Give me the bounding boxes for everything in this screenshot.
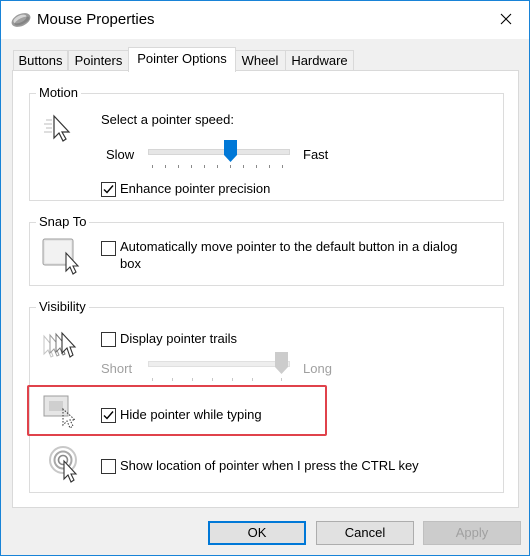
pointer-options-panel: Motion Select a pointer speed: Slow Fast	[12, 70, 519, 508]
trail-length-slider-thumb[interactable]	[275, 352, 288, 377]
window-title: Mouse Properties	[37, 11, 155, 28]
auto-snap-label-line1[interactable]: Automatically move pointer to the defaul…	[120, 239, 458, 254]
ok-button[interactable]: OK	[208, 521, 306, 545]
enhance-precision-checkbox[interactable]	[101, 182, 116, 197]
short-label: Short	[101, 361, 133, 376]
motion-group-label: Motion	[36, 85, 82, 100]
visibility-group-label: Visibility	[36, 299, 89, 314]
auto-snap-checkbox[interactable]	[101, 241, 116, 256]
snap-to-group-label: Snap To	[36, 214, 90, 229]
apply-button[interactable]: Apply	[423, 521, 521, 545]
trail-length-slider-track[interactable]	[148, 361, 290, 367]
pointer-trails-icon	[42, 330, 80, 367]
pointer-speed-icon	[42, 112, 78, 149]
snap-to-button-icon	[42, 237, 84, 278]
pointer-trails-label[interactable]: Display pointer trails	[120, 331, 237, 346]
pointer-speed-label: Select a pointer speed:	[101, 112, 234, 127]
mouse-properties-window: Mouse Properties Buttons Pointers Pointe…	[0, 0, 530, 556]
title-bar: Mouse Properties	[1, 1, 529, 39]
tab-buttons[interactable]: Buttons	[13, 50, 68, 71]
mouse-icon	[10, 11, 31, 29]
enhance-precision-label[interactable]: Enhance pointer precision	[120, 181, 270, 196]
long-label: Long	[303, 361, 332, 376]
pointer-trails-checkbox[interactable]	[101, 332, 116, 347]
close-icon	[500, 13, 512, 28]
slow-label: Slow	[106, 147, 135, 162]
tab-hardware[interactable]: Hardware	[285, 50, 354, 71]
show-location-checkbox[interactable]	[101, 459, 116, 474]
motion-group: Motion Select a pointer speed: Slow Fast	[29, 85, 504, 201]
pointer-location-icon	[48, 445, 84, 486]
pointer-speed-slider-thumb[interactable]	[224, 140, 237, 165]
show-location-label[interactable]: Show location of pointer when I press th…	[120, 458, 419, 473]
pointer-speed-slider-track[interactable]	[148, 149, 290, 155]
auto-snap-label-line2[interactable]: box	[120, 256, 141, 271]
fast-label: Fast	[303, 147, 329, 162]
tab-pointers[interactable]: Pointers	[68, 50, 129, 71]
highlight-box	[27, 385, 327, 436]
snap-to-group: Snap To Automatically move pointer to th…	[29, 214, 504, 286]
tab-wheel[interactable]: Wheel	[234, 50, 286, 71]
tab-pointer-options[interactable]: Pointer Options	[128, 47, 236, 72]
cancel-button[interactable]: Cancel	[316, 521, 414, 545]
close-button[interactable]	[483, 1, 529, 39]
